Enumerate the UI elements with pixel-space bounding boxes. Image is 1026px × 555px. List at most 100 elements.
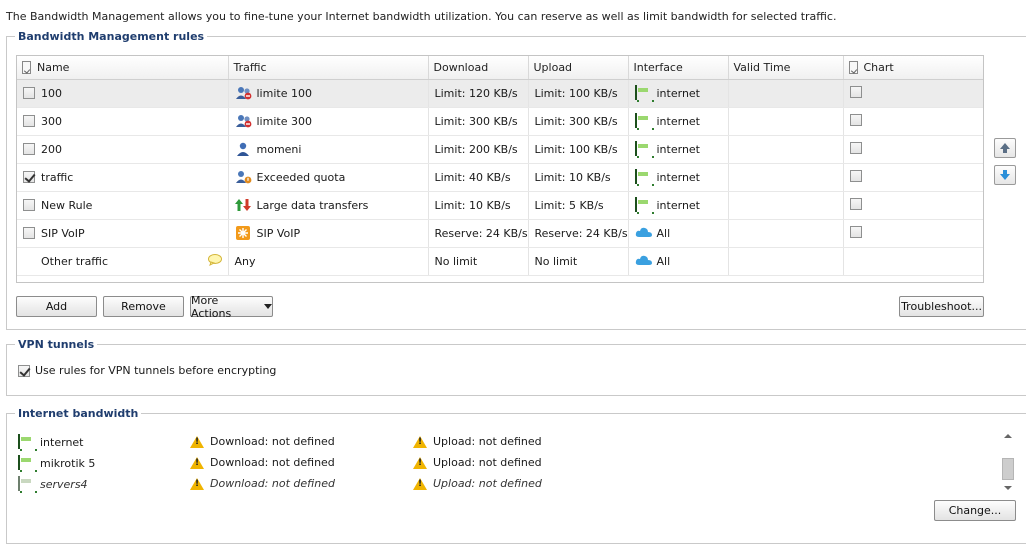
chart-checkbox[interactable]: [849, 113, 862, 126]
cell-traffic[interactable]: limite 300: [228, 107, 429, 136]
cell-download[interactable]: Reserve: 24 KB/s: [428, 219, 529, 248]
bandwidth-scrollbar[interactable]: [1000, 432, 1016, 494]
chart-checkbox[interactable]: [849, 169, 862, 182]
table-row[interactable]: 100 limite 100 Limit: 120 KB/s Limit: 100 K…: [17, 79, 983, 108]
rule-enabled-checkbox[interactable]: [23, 171, 35, 183]
table-row[interactable]: New Rule Large data transfers Limit: 10 KB…: [17, 191, 983, 220]
cell-download[interactable]: Limit: 10 KB/s: [428, 191, 529, 220]
cell-traffic[interactable]: momeni: [228, 135, 429, 164]
chart-select-all-icon[interactable]: [848, 60, 858, 74]
column-header-upload[interactable]: Upload: [528, 56, 629, 80]
add-button[interactable]: Add: [16, 296, 97, 317]
scrollbar-thumb[interactable]: [1002, 458, 1014, 480]
rule-enabled-checkbox[interactable]: [23, 143, 35, 155]
cell-name[interactable]: traffic: [17, 163, 229, 192]
cell-name[interactable]: Other traffic: [17, 247, 229, 276]
chart-checkbox[interactable]: [849, 225, 862, 238]
rule-enabled-checkbox[interactable]: [23, 115, 35, 127]
chart-checkbox[interactable]: [849, 197, 862, 210]
move-down-button[interactable]: [994, 165, 1016, 185]
bandwidth-row[interactable]: internet: [18, 433, 84, 451]
cell-chart[interactable]: [843, 191, 983, 220]
cell-chart[interactable]: [843, 247, 983, 276]
rules-section-title: Bandwidth Management rules: [18, 30, 205, 43]
cell-chart[interactable]: [843, 219, 983, 248]
select-all-icon[interactable]: [22, 60, 31, 74]
column-header-download[interactable]: Download: [428, 56, 529, 80]
scroll-up-icon[interactable]: [1000, 432, 1016, 440]
cell-chart[interactable]: [843, 135, 983, 164]
troubleshoot-button[interactable]: Troubleshoot...: [899, 296, 984, 317]
cell-chart[interactable]: [843, 107, 983, 136]
cell-download[interactable]: Limit: 40 KB/s: [428, 163, 529, 192]
table-row[interactable]: SIP VoIP SIP VoIP Reserve: 24 KB/s Reserve:…: [17, 219, 983, 248]
cell-upload[interactable]: Limit: 5 KB/s: [528, 191, 629, 220]
cell-name[interactable]: 100: [17, 79, 229, 108]
cell-valid-time[interactable]: [728, 79, 844, 108]
comment-icon[interactable]: [207, 253, 222, 269]
warning-icon: [190, 435, 204, 448]
table-row[interactable]: 200 momeni Limit: 200 KB/s Limit: 100 KB/s i…: [17, 135, 983, 164]
cell-interface[interactable]: internet: [628, 135, 729, 164]
cell-upload[interactable]: No limit: [528, 247, 629, 276]
cell-valid-time[interactable]: [728, 107, 844, 136]
column-header-traffic[interactable]: Traffic: [228, 56, 429, 80]
more-actions-button[interactable]: More Actions: [190, 294, 273, 320]
cell-interface[interactable]: All: [628, 247, 729, 276]
cell-valid-time[interactable]: [728, 247, 844, 276]
cell-interface[interactable]: internet: [628, 191, 729, 220]
chart-checkbox[interactable]: [849, 141, 862, 154]
cell-interface[interactable]: internet: [628, 79, 729, 108]
table-row[interactable]: traffic Exceeded quota Limit: 40 KB/s Limit…: [17, 163, 983, 192]
cell-valid-time[interactable]: [728, 219, 844, 248]
cell-interface[interactable]: All: [628, 219, 729, 248]
cell-download[interactable]: No limit: [428, 247, 529, 276]
cell-download[interactable]: Limit: 300 KB/s: [428, 107, 529, 136]
network-card-icon: [634, 169, 651, 184]
change-button[interactable]: Change...: [934, 500, 1016, 521]
cell-name[interactable]: SIP VoIP: [17, 219, 229, 248]
rule-enabled-checkbox[interactable]: [23, 199, 35, 211]
cell-chart[interactable]: [843, 163, 983, 192]
column-header-name[interactable]: Name: [17, 56, 229, 80]
remove-button[interactable]: Remove: [103, 296, 184, 317]
cell-interface[interactable]: internet: [628, 107, 729, 136]
bandwidth-row[interactable]: mikrotik 5: [18, 454, 95, 472]
chart-checkbox[interactable]: [849, 85, 862, 98]
scroll-down-icon[interactable]: [1000, 484, 1016, 492]
cell-download[interactable]: Limit: 120 KB/s: [428, 79, 529, 108]
cell-traffic[interactable]: Large data transfers: [228, 191, 429, 220]
rule-enabled-checkbox[interactable]: [23, 87, 35, 99]
cell-upload[interactable]: Limit: 100 KB/s: [528, 135, 629, 164]
table-row[interactable]: Other traffic Any No limit No limit All: [17, 247, 983, 276]
cell-valid-time[interactable]: [728, 191, 844, 220]
column-header-valid-time[interactable]: Valid Time: [728, 56, 844, 80]
cell-chart[interactable]: [843, 79, 983, 108]
cell-traffic[interactable]: limite 100: [228, 79, 429, 108]
cell-upload[interactable]: Limit: 100 KB/s: [528, 79, 629, 108]
cell-name[interactable]: 300: [17, 107, 229, 136]
cell-download[interactable]: Limit: 200 KB/s: [428, 135, 529, 164]
cell-traffic[interactable]: Exceeded quota: [228, 163, 429, 192]
bandwidth-row[interactable]: servers4: [18, 475, 88, 493]
rule-name: SIP VoIP: [41, 226, 85, 240]
cell-upload[interactable]: Limit: 300 KB/s: [528, 107, 629, 136]
arrow-up-icon: [1000, 143, 1010, 153]
move-up-button[interactable]: [994, 138, 1016, 158]
vpn-rules-option[interactable]: Use rules for VPN tunnels before encrypt…: [18, 364, 276, 377]
cell-upload[interactable]: Limit: 10 KB/s: [528, 163, 629, 192]
cell-traffic[interactable]: Any: [228, 247, 429, 276]
cell-interface[interactable]: internet: [628, 163, 729, 192]
column-header-chart[interactable]: Chart: [843, 56, 983, 80]
table-row[interactable]: 300 limite 300 Limit: 300 KB/s Limit: 300 K…: [17, 107, 983, 136]
cell-traffic[interactable]: SIP VoIP: [228, 219, 429, 248]
cell-name[interactable]: 200: [17, 135, 229, 164]
user-quota-icon: [235, 170, 251, 184]
cell-upload[interactable]: Reserve: 24 KB/s: [528, 219, 629, 248]
cell-name[interactable]: New Rule: [17, 191, 229, 220]
vpn-rules-checkbox[interactable]: [18, 364, 30, 377]
cell-valid-time[interactable]: [728, 135, 844, 164]
column-header-interface[interactable]: Interface: [628, 56, 729, 80]
cell-valid-time[interactable]: [728, 163, 844, 192]
rule-enabled-checkbox[interactable]: [23, 227, 35, 239]
